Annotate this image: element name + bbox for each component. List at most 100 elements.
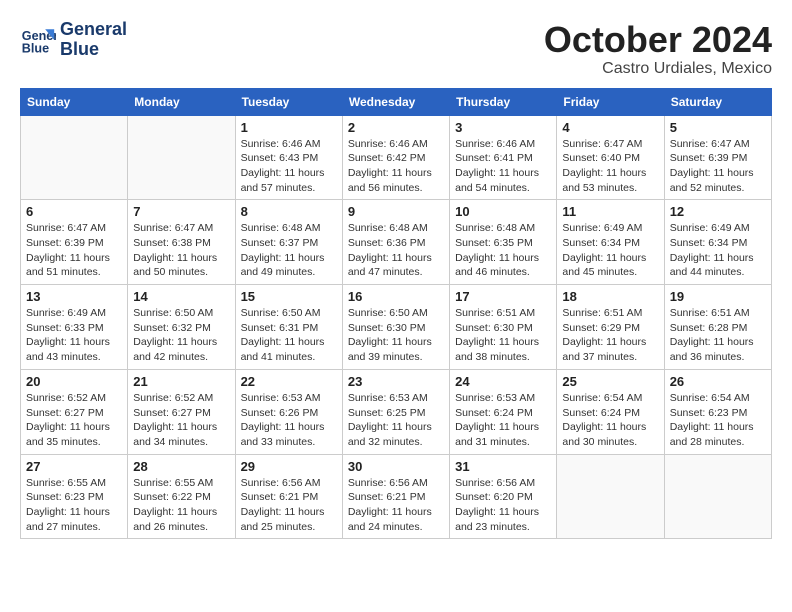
table-row: 15Sunrise: 6:50 AMSunset: 6:31 PMDayligh… xyxy=(235,285,342,370)
day-info: Sunrise: 6:47 AMSunset: 6:39 PMDaylight:… xyxy=(26,221,122,280)
day-info: Sunrise: 6:53 AMSunset: 6:26 PMDaylight:… xyxy=(241,391,337,450)
header-sunday: Sunday xyxy=(21,88,128,115)
day-number: 7 xyxy=(133,204,229,219)
table-row: 29Sunrise: 6:56 AMSunset: 6:21 PMDayligh… xyxy=(235,454,342,539)
table-row: 31 Sunrise: 6:56 AMSunset: 6:20 PMDayligh… xyxy=(450,454,557,539)
svg-text:Blue: Blue xyxy=(22,41,49,55)
day-number: 10 xyxy=(455,204,551,219)
table-row: 19 Sunrise: 6:51 AMSunset: 6:28 PMDayligh… xyxy=(664,285,771,370)
table-row: 25Sunrise: 6:54 AMSunset: 6:24 PMDayligh… xyxy=(557,369,664,454)
table-row: 26Sunrise: 6:54 AMSunset: 6:23 PMDayligh… xyxy=(664,369,771,454)
day-number: 19 xyxy=(670,289,766,304)
table-row: 22 Sunrise: 6:53 AMSunset: 6:26 PMDayligh… xyxy=(235,369,342,454)
table-row xyxy=(21,115,128,200)
day-info: Sunrise: 6:51 AMSunset: 6:29 PMDaylight:… xyxy=(562,306,658,365)
day-number: 1 xyxy=(241,120,337,135)
calendar-week-row: 20 Sunrise: 6:52 AMSunset: 6:27 PMDayligh… xyxy=(21,369,772,454)
table-row: 2 Sunrise: 6:46 AMSunset: 6:42 PMDaylight… xyxy=(342,115,449,200)
calendar-week-row: 13 Sunrise: 6:49 AMSunset: 6:33 PMDayligh… xyxy=(21,285,772,370)
day-info: Sunrise: 6:48 AMSunset: 6:37 PMDaylight:… xyxy=(241,221,337,280)
page-header: General Blue General Blue October 2024 C… xyxy=(20,20,772,78)
table-row: 21 Sunrise: 6:52 AMSunset: 6:27 PMDayligh… xyxy=(128,369,235,454)
day-number: 13 xyxy=(26,289,122,304)
table-row: 14 Sunrise: 6:50 AMSunset: 6:32 PMDayligh… xyxy=(128,285,235,370)
day-info: Sunrise: 6:48 AMSunset: 6:36 PMDaylight:… xyxy=(348,221,444,280)
day-info: Sunrise: 6:47 AMSunset: 6:40 PMDaylight:… xyxy=(562,137,658,196)
day-number: 24 xyxy=(455,374,551,389)
table-row: 16 Sunrise: 6:50 AMSunset: 6:30 PMDayligh… xyxy=(342,285,449,370)
day-number: 17 xyxy=(455,289,551,304)
day-info: Sunrise: 6:53 AMSunset: 6:24 PMDaylight:… xyxy=(455,391,551,450)
header-saturday: Saturday xyxy=(664,88,771,115)
day-number: 27 xyxy=(26,459,122,474)
table-row: 10Sunrise: 6:48 AMSunset: 6:35 PMDayligh… xyxy=(450,200,557,285)
calendar-header-row: Sunday Monday Tuesday Wednesday Thursday… xyxy=(21,88,772,115)
table-row xyxy=(664,454,771,539)
day-info: Sunrise: 6:56 AMSunset: 6:21 PMDaylight:… xyxy=(348,476,444,535)
table-row: 12 Sunrise: 6:49 AMSunset: 6:34 PMDayligh… xyxy=(664,200,771,285)
day-number: 29 xyxy=(241,459,337,474)
day-number: 28 xyxy=(133,459,229,474)
header-thursday: Thursday xyxy=(450,88,557,115)
table-row xyxy=(128,115,235,200)
header-monday: Monday xyxy=(128,88,235,115)
day-number: 2 xyxy=(348,120,444,135)
day-info: Sunrise: 6:46 AMSunset: 6:42 PMDaylight:… xyxy=(348,137,444,196)
day-number: 6 xyxy=(26,204,122,219)
day-number: 12 xyxy=(670,204,766,219)
logo-icon: General Blue xyxy=(20,22,56,58)
table-row: 1 Sunrise: 6:46 AMSunset: 6:43 PMDaylight… xyxy=(235,115,342,200)
day-number: 20 xyxy=(26,374,122,389)
day-number: 18 xyxy=(562,289,658,304)
day-info: Sunrise: 6:46 AMSunset: 6:43 PMDaylight:… xyxy=(241,137,337,196)
day-info: Sunrise: 6:53 AMSunset: 6:25 PMDaylight:… xyxy=(348,391,444,450)
calendar-week-row: 1 Sunrise: 6:46 AMSunset: 6:43 PMDaylight… xyxy=(21,115,772,200)
day-number: 8 xyxy=(241,204,337,219)
day-info: Sunrise: 6:52 AMSunset: 6:27 PMDaylight:… xyxy=(133,391,229,450)
calendar-week-row: 27Sunrise: 6:55 AMSunset: 6:23 PMDayligh… xyxy=(21,454,772,539)
table-row: 30 Sunrise: 6:56 AMSunset: 6:21 PMDayligh… xyxy=(342,454,449,539)
table-row: 18 Sunrise: 6:51 AMSunset: 6:29 PMDayligh… xyxy=(557,285,664,370)
day-info: Sunrise: 6:56 AMSunset: 6:20 PMDaylight:… xyxy=(455,476,551,535)
day-info: Sunrise: 6:47 AMSunset: 6:39 PMDaylight:… xyxy=(670,137,766,196)
day-info: Sunrise: 6:47 AMSunset: 6:38 PMDaylight:… xyxy=(133,221,229,280)
day-info: Sunrise: 6:50 AMSunset: 6:31 PMDaylight:… xyxy=(241,306,337,365)
day-number: 16 xyxy=(348,289,444,304)
header-friday: Friday xyxy=(557,88,664,115)
table-row: 4 Sunrise: 6:47 AMSunset: 6:40 PMDaylight… xyxy=(557,115,664,200)
day-info: Sunrise: 6:54 AMSunset: 6:24 PMDaylight:… xyxy=(562,391,658,450)
table-row: 17 Sunrise: 6:51 AMSunset: 6:30 PMDayligh… xyxy=(450,285,557,370)
day-number: 3 xyxy=(455,120,551,135)
day-info: Sunrise: 6:51 AMSunset: 6:28 PMDaylight:… xyxy=(670,306,766,365)
table-row: 3Sunrise: 6:46 AMSunset: 6:41 PMDaylight… xyxy=(450,115,557,200)
day-info: Sunrise: 6:49 AMSunset: 6:34 PMDaylight:… xyxy=(562,221,658,280)
location: Castro Urdiales, Mexico xyxy=(544,60,772,78)
day-info: Sunrise: 6:54 AMSunset: 6:23 PMDaylight:… xyxy=(670,391,766,450)
table-row xyxy=(557,454,664,539)
table-row: 24 Sunrise: 6:53 AMSunset: 6:24 PMDayligh… xyxy=(450,369,557,454)
table-row: 28Sunrise: 6:55 AMSunset: 6:22 PMDayligh… xyxy=(128,454,235,539)
table-row: 13 Sunrise: 6:49 AMSunset: 6:33 PMDayligh… xyxy=(21,285,128,370)
logo: General Blue General Blue xyxy=(20,20,127,60)
table-row: 7 Sunrise: 6:47 AMSunset: 6:38 PMDaylight… xyxy=(128,200,235,285)
table-row: 8 Sunrise: 6:48 AMSunset: 6:37 PMDaylight… xyxy=(235,200,342,285)
day-number: 22 xyxy=(241,374,337,389)
day-number: 30 xyxy=(348,459,444,474)
day-number: 11 xyxy=(562,204,658,219)
table-row: 11 Sunrise: 6:49 AMSunset: 6:34 PMDayligh… xyxy=(557,200,664,285)
day-number: 31 xyxy=(455,459,551,474)
day-number: 21 xyxy=(133,374,229,389)
table-row: 6 Sunrise: 6:47 AMSunset: 6:39 PMDaylight… xyxy=(21,200,128,285)
day-info: Sunrise: 6:50 AMSunset: 6:30 PMDaylight:… xyxy=(348,306,444,365)
day-info: Sunrise: 6:49 AMSunset: 6:33 PMDaylight:… xyxy=(26,306,122,365)
day-info: Sunrise: 6:52 AMSunset: 6:27 PMDaylight:… xyxy=(26,391,122,450)
day-number: 9 xyxy=(348,204,444,219)
day-info: Sunrise: 6:49 AMSunset: 6:34 PMDaylight:… xyxy=(670,221,766,280)
day-info: Sunrise: 6:50 AMSunset: 6:32 PMDaylight:… xyxy=(133,306,229,365)
table-row: 27Sunrise: 6:55 AMSunset: 6:23 PMDayligh… xyxy=(21,454,128,539)
day-info: Sunrise: 6:51 AMSunset: 6:30 PMDaylight:… xyxy=(455,306,551,365)
calendar-table: Sunday Monday Tuesday Wednesday Thursday… xyxy=(20,88,772,540)
day-number: 14 xyxy=(133,289,229,304)
table-row: 5Sunrise: 6:47 AMSunset: 6:39 PMDaylight… xyxy=(664,115,771,200)
day-number: 4 xyxy=(562,120,658,135)
